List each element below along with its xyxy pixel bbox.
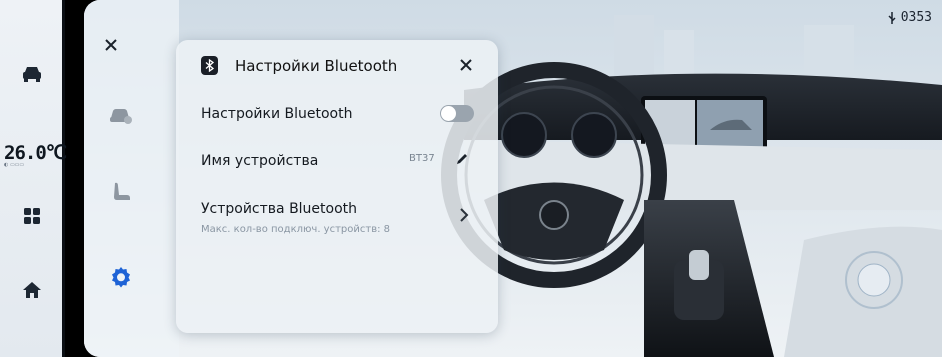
category-car-settings[interactable]: [106, 100, 136, 130]
bluetooth-toggle[interactable]: [440, 105, 474, 122]
device-name-label: Имя устройства: [201, 153, 319, 169]
gear-icon: [112, 267, 130, 288]
category-seat[interactable]: [106, 178, 136, 208]
left-dock: 26.0℃ ◐ ▭▭▭: [0, 0, 67, 357]
temperature-display[interactable]: 26.0℃ ◐ ▭▭▭: [4, 142, 67, 168]
apps-grid-icon: [24, 208, 40, 224]
usb-icon: [888, 11, 896, 24]
bluetooth-devices-label: Устройства Bluetooth: [201, 201, 358, 217]
settings-category-panel: [84, 0, 179, 357]
dock-car-button[interactable]: [20, 62, 44, 86]
dock-apps-button[interactable]: [20, 204, 44, 228]
bluetooth-icon: [205, 59, 214, 72]
seat-icon: [114, 182, 130, 200]
category-system-settings[interactable]: [106, 262, 136, 292]
edit-pencil-icon: [457, 154, 467, 164]
bluetooth-toggle-label: Настройки Bluetooth: [201, 106, 353, 122]
bluetooth-badge: [201, 56, 218, 75]
close-settings-button[interactable]: [102, 36, 120, 54]
device-name-value: BT37: [409, 153, 435, 164]
bluetooth-devices-sub: Макс. кол-во подключ. устройств: 8: [201, 224, 391, 235]
bluetooth-devices-button[interactable]: [455, 206, 473, 224]
car-settings-icon: [110, 109, 132, 124]
chevron-right-icon: [460, 208, 469, 222]
status-bar: 0353: [887, 10, 932, 25]
car-icon: [23, 67, 41, 82]
bluetooth-settings-dialog: Настройки Bluetooth Настройки Bluetooth …: [176, 40, 498, 333]
dialog-title: Настройки Bluetooth: [235, 57, 398, 75]
edit-device-name-button[interactable]: [453, 150, 471, 168]
close-icon: [460, 59, 472, 71]
toggle-knob: [441, 106, 456, 121]
clock: 0353: [900, 10, 932, 25]
infotainment-screen: 26.0℃ ◐ ▭▭▭ 0353 Настройки Bluetooth Нас…: [0, 0, 942, 357]
dialog-close-button[interactable]: [457, 56, 475, 74]
dock-home-button[interactable]: [20, 278, 44, 302]
close-icon: [105, 39, 117, 51]
temperature-value: 26.0℃: [4, 142, 67, 164]
home-icon: [23, 282, 41, 298]
